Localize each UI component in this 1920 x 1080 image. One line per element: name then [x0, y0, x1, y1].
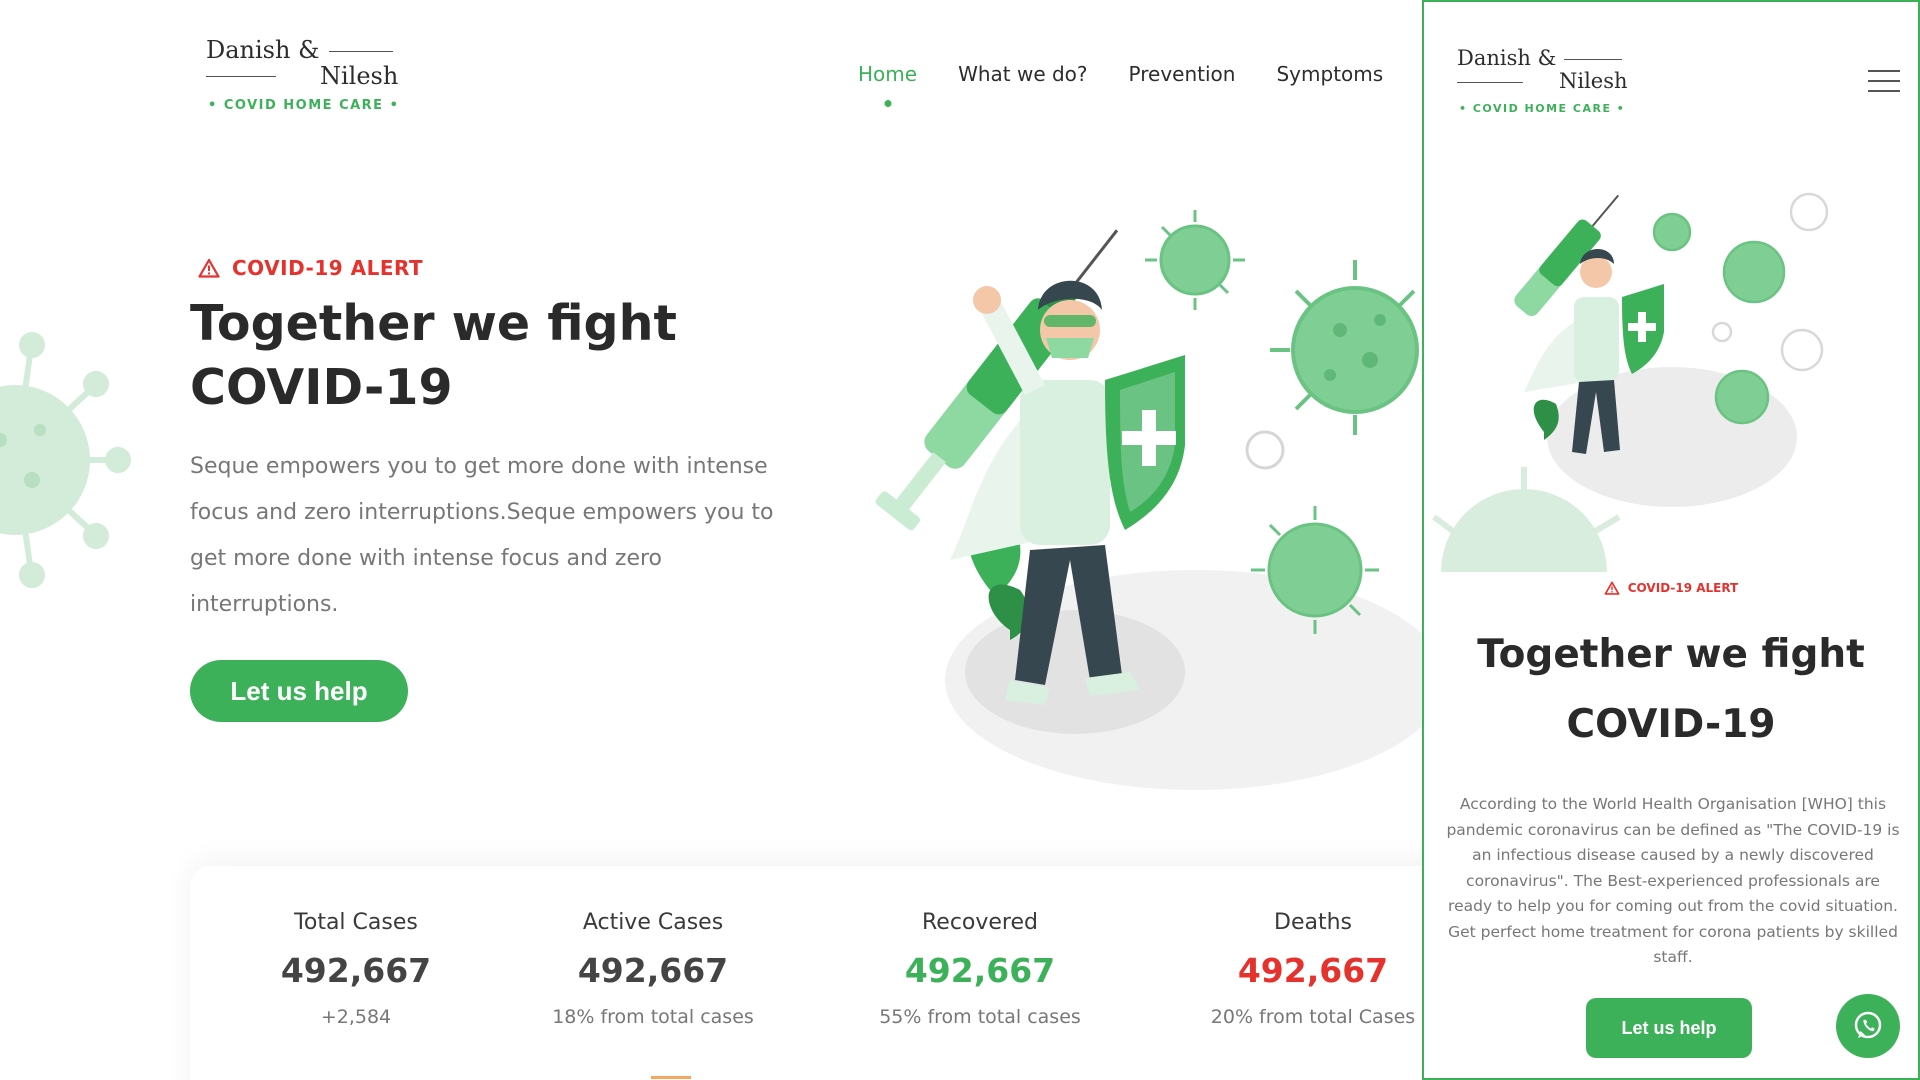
- warning-triangle-icon: [198, 258, 220, 278]
- brand-name-line2: Nilesh: [320, 62, 399, 90]
- mobile-let-us-help-button[interactable]: Let us help: [1586, 998, 1752, 1058]
- mobile-view: Danish & Nilesh • COVID HOME CARE • COVI…: [1422, 0, 1920, 1080]
- mobile-brand-logo[interactable]: Danish & Nilesh • COVID HOME CARE •: [1457, 46, 1637, 116]
- stat-recovered: Recovered 492,667 55% from total cases: [850, 910, 1110, 1028]
- brand-tagline: • COVID HOME CARE •: [208, 98, 400, 113]
- nav-item-what-we-do[interactable]: What we do?: [958, 62, 1087, 86]
- desktop-view: Danish & Nilesh • COVID HOME CARE • Home…: [0, 0, 1422, 1080]
- brand-name-line1: Danish &: [1457, 46, 1557, 70]
- stat-value: 492,667: [577, 951, 729, 990]
- nav-item-home[interactable]: Home: [858, 62, 918, 107]
- virus-large: [1270, 260, 1419, 435]
- hero-title-line1: Together we fight: [1477, 632, 1865, 677]
- stat-label: Total Cases: [294, 910, 418, 935]
- warning-triangle-icon: [1604, 581, 1620, 595]
- stat-value: 492,667: [1237, 951, 1389, 990]
- stat-sub: 18% from total cases: [552, 1006, 754, 1028]
- stat-label: Recovered: [921, 910, 1038, 935]
- brand-name-line2: Nilesh: [1559, 69, 1628, 93]
- stat-sub: 55% from total cases: [879, 1006, 1081, 1028]
- nav-item-prevention[interactable]: Prevention: [1129, 62, 1236, 86]
- nav-item-symptoms[interactable]: Symptoms: [1276, 62, 1383, 86]
- nav-item-label: Prevention: [1128, 62, 1236, 86]
- stats-card: Total Cases 492,667 +2,584 Active Cases …: [190, 866, 1422, 1080]
- mobile-hero-illustration: [1432, 192, 1829, 572]
- alert-text: COVID-19 ALERT: [232, 256, 424, 280]
- stat-value: 492,667: [280, 951, 432, 990]
- whatsapp-icon[interactable]: [1836, 994, 1900, 1058]
- nav-item-label: What we do?: [958, 62, 1088, 86]
- hero-description: Seque empowers you to get more done with…: [190, 454, 774, 617]
- main-nav: Home What we do? Prevention Symptoms: [858, 62, 1422, 107]
- stat-sub: +2,584: [320, 1006, 392, 1028]
- whatsapp-glyph: [1854, 1011, 1882, 1039]
- mobile-hero-title: Together we fight COVID-19: [1424, 620, 1918, 760]
- nav-item-label: Home: [858, 62, 918, 86]
- mobile-covid-alert-badge: COVID-19 ALERT: [1424, 581, 1918, 595]
- mobile-hero-description: According to the World Health Organisati…: [1446, 795, 1900, 966]
- hero-illustration: [875, 210, 1422, 790]
- stat-sub: 20% from total Cases: [1210, 1006, 1416, 1028]
- hero-title-line2: COVID-19: [190, 359, 453, 416]
- stat-active-cases: Active Cases 492,667 18% from total case…: [523, 910, 783, 1028]
- let-us-help-button[interactable]: Let us help: [190, 660, 408, 722]
- stats-accent-underline: [651, 1076, 691, 1079]
- alert-text: COVID-19 ALERT: [1627, 581, 1739, 595]
- shield: [1105, 355, 1185, 530]
- stat-label: Deaths: [1274, 910, 1352, 935]
- hero-title: Together we fight COVID-19: [190, 292, 810, 420]
- covid-alert-badge: COVID-19 ALERT: [198, 256, 423, 280]
- brand-name-line1: Danish &: [206, 36, 320, 64]
- stat-label: Active Cases: [582, 910, 724, 935]
- brand-tagline: • COVID HOME CARE •: [1459, 102, 1626, 115]
- hamburger-menu-icon[interactable]: [1868, 70, 1900, 94]
- brand-logo[interactable]: Danish & Nilesh • COVID HOME CARE •: [206, 36, 406, 116]
- left-virus-decoration: [0, 332, 131, 588]
- stat-total-cases: Total Cases 492,667 +2,584: [226, 910, 486, 1028]
- hero-title-line1: Together we fight: [190, 295, 677, 352]
- hero-title-line2: COVID-19: [1566, 702, 1776, 747]
- stat-deaths: Deaths 492,667 20% from total Cases: [1183, 910, 1422, 1028]
- active-indicator-dot: [884, 100, 892, 107]
- nav-item-label: Symptoms: [1276, 62, 1384, 86]
- stat-value: 492,667: [904, 951, 1056, 990]
